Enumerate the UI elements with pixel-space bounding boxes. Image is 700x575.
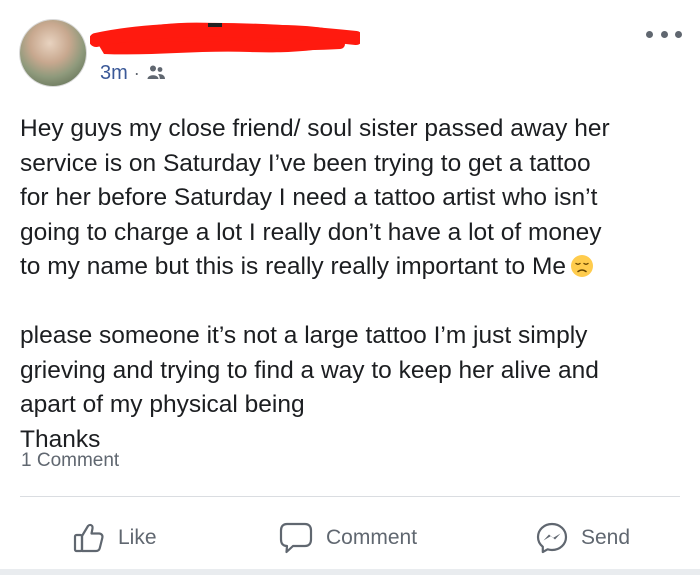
post-body: Hey guys my close friend/ soul sister pa… <box>20 112 685 457</box>
post-header: 3m · <box>0 0 700 100</box>
comment-button[interactable]: Comment <box>278 510 417 565</box>
comment-count[interactable]: 1 Comment <box>21 450 119 472</box>
post-timestamp[interactable]: 3m <box>100 62 128 85</box>
post-actions: Like Comment Send <box>0 510 700 565</box>
like-label: Like <box>118 525 157 549</box>
more-dot <box>675 30 682 38</box>
like-button[interactable]: Like <box>72 510 157 565</box>
avatar[interactable] <box>20 20 86 86</box>
thumbs-up-icon <box>73 523 104 552</box>
bottom-separator-bar <box>0 569 700 575</box>
redacted-name-scribble <box>90 22 360 55</box>
send-label: Send <box>581 525 631 549</box>
post-text-part2: please someone it’s not a large tattoo I… <box>20 322 599 453</box>
post-meta: 3m · <box>100 60 166 86</box>
disappointed-face-emoji <box>571 255 594 277</box>
messenger-icon <box>536 522 568 553</box>
more-options-icon[interactable] <box>646 22 682 46</box>
more-dot <box>646 30 653 38</box>
comment-bubble-icon <box>279 522 313 553</box>
post-text-part1: Hey guys my close friend/ soul sister pa… <box>20 115 610 280</box>
friends-icon[interactable] <box>146 63 166 83</box>
send-button[interactable]: Send <box>535 510 630 565</box>
more-dot <box>660 30 668 38</box>
divider <box>20 496 680 497</box>
comment-label: Comment <box>326 525 418 549</box>
meta-separator: · <box>133 62 140 83</box>
